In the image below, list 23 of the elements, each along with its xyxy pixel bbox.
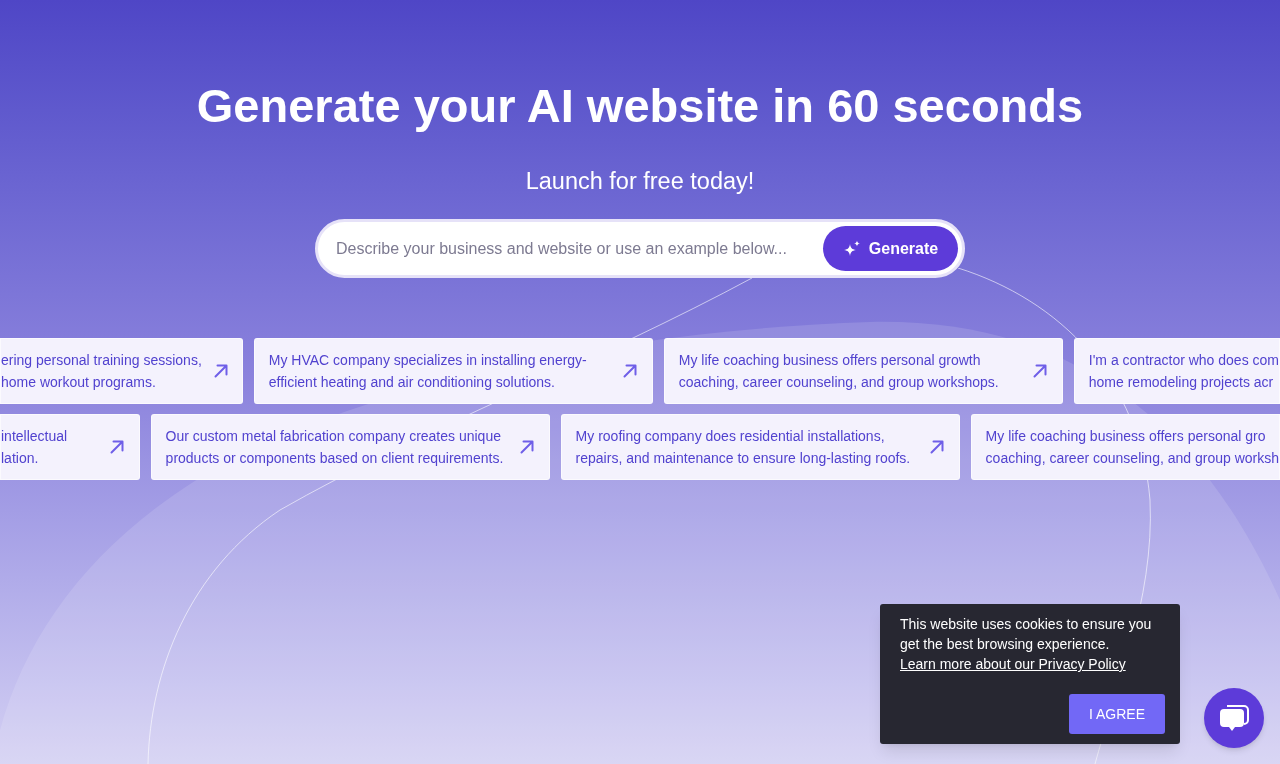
example-prompt-card[interactable]: ering personal training sessions, home workout programs. xyxy=(0,338,243,404)
prompt-field[interactable]: Describe your business and website or use an example below... Generate xyxy=(315,219,965,278)
example-prompt-card[interactable]: My life coaching business offers personal growth coaching, career counseling, and group workshops. xyxy=(663,338,1063,404)
example-prompt-card[interactable]: Our custom metal fabrication company creates unique products or components based on client requirements. xyxy=(150,414,550,480)
arrow-up-right-icon xyxy=(109,440,124,454)
example-prompt-card[interactable]: intellectual lation. xyxy=(0,414,140,480)
arrow-up-right-icon xyxy=(519,440,534,454)
hero-subtitle: Launch for free today! xyxy=(525,167,755,196)
example-prompt-card[interactable]: I'm a contractor who does com home remodeling projects acr xyxy=(1073,338,1280,404)
arrow-up-right-icon xyxy=(622,364,637,378)
arrow-up-right-icon xyxy=(929,440,944,454)
arrow-up-right-icon xyxy=(1032,364,1047,378)
example-prompt-card[interactable]: My life coaching business offers personal gro coaching, career counseling, and group worksh xyxy=(970,414,1280,480)
chat-bubbles-icon xyxy=(1219,704,1249,732)
example-prompt-card[interactable]: My HVAC company specializes in installing energy- efficient heating and air conditioning solutions. xyxy=(253,338,653,404)
generate-button[interactable]: Generate xyxy=(823,226,958,271)
privacy-policy-link[interactable]: Learn more about our Privacy Policy xyxy=(900,656,1126,672)
chat-button[interactable] xyxy=(1204,688,1264,748)
cookie-message: This website uses cookies to ensure you get the best browsing experience. Learn more about our Privacy Policy xyxy=(900,615,1153,674)
arrow-up-right-icon xyxy=(213,364,228,378)
hero-title: Generate your AI website in 60 seconds xyxy=(196,78,1084,134)
example-prompt-card[interactable]: My roofing company does residential installations, repairs, and maintenance to ensure long-lasting roofs. xyxy=(560,414,960,480)
agree-button[interactable]: I AGREE xyxy=(1069,694,1165,734)
